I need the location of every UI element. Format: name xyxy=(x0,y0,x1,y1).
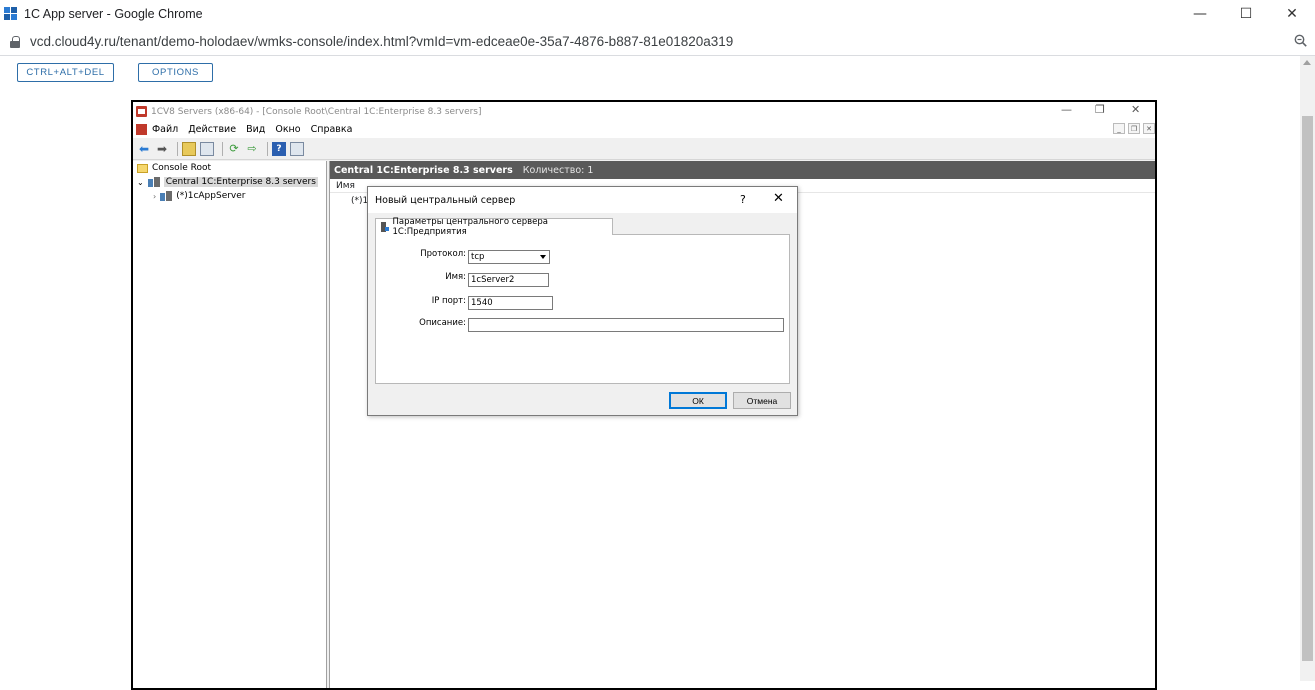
minimize-icon[interactable]: — xyxy=(1177,0,1223,28)
app-icon xyxy=(4,7,18,21)
new-central-server-dialog: Новый центральный сервер ? ✕ Параметры ц… xyxy=(367,186,798,416)
mmc-title-bar: 1CV8 Servers (x86-64) - [Console Root\Ce… xyxy=(133,102,1155,121)
mmc-menu-bar: Файл Действие Вид Окно Справка _ ❐ ✕ xyxy=(133,121,1155,138)
tree-item-central-servers[interactable]: ⌄ Central 1C:Enterprise 8.3 servers xyxy=(133,175,326,189)
cancel-button[interactable]: Отмена xyxy=(733,392,791,409)
scrollbar-thumb[interactable] xyxy=(1302,116,1313,661)
dialog-title-bar: Новый центральный сервер ? ✕ xyxy=(368,187,797,213)
protocol-label: Протокол: xyxy=(420,249,466,259)
mmc-app-icon xyxy=(136,106,147,117)
ok-button[interactable]: ОК xyxy=(669,392,727,409)
server-cluster-icon xyxy=(147,177,160,187)
tree-item-app-server[interactable]: › (*)1cAppServer xyxy=(133,189,326,203)
browser-title-bar: 1C App server - Google Chrome — ☐ ✕ xyxy=(0,0,1315,28)
toolbar-separator xyxy=(267,141,268,156)
menu-view[interactable]: Вид xyxy=(246,124,265,135)
options-button[interactable]: OPTIONS xyxy=(138,63,213,82)
server-icon xyxy=(380,222,389,232)
properties-icon[interactable] xyxy=(290,141,304,156)
chevron-down-icon[interactable] xyxy=(537,251,549,263)
menu-action[interactable]: Действие xyxy=(188,124,236,135)
child-restore-icon[interactable]: ❐ xyxy=(1128,123,1140,134)
toolbar-separator xyxy=(177,141,178,156)
mmc-title: 1CV8 Servers (x86-64) - [Console Root\Ce… xyxy=(151,106,482,117)
folder-icon xyxy=(137,163,148,173)
console-tree: Console Root ⌄ Central 1C:Enterprise 8.3… xyxy=(133,161,327,688)
port-value: 1540 xyxy=(471,298,493,308)
up-folder-icon[interactable] xyxy=(182,141,196,156)
protocol-value: tcp xyxy=(471,252,485,262)
window-controls: — ☐ ✕ xyxy=(1177,0,1315,28)
toolbar-separator xyxy=(222,141,223,156)
ctrl-alt-del-button[interactable]: CTRL+ALT+DEL xyxy=(17,63,114,82)
page-scrollbar[interactable] xyxy=(1300,56,1315,681)
close-icon[interactable]: ✕ xyxy=(773,191,784,206)
zoom-icon[interactable] xyxy=(1294,34,1307,51)
tree-label: (*)1cAppServer xyxy=(176,191,246,201)
mmc-toolbar: ⬅ ➡ ⟳ ⇨ ? xyxy=(133,138,1155,160)
tab-server-parameters[interactable]: Параметры центрального сервера 1С:Предпр… xyxy=(375,217,613,237)
export-icon[interactable]: ⇨ xyxy=(245,142,259,156)
port-field[interactable]: 1540 xyxy=(468,296,553,310)
name-field[interactable]: 1cServer2 xyxy=(468,273,549,287)
menu-file[interactable]: Файл xyxy=(152,124,178,135)
protocol-select[interactable]: tcp xyxy=(468,250,550,264)
description-label: Описание: xyxy=(419,318,466,328)
forward-arrow-icon[interactable]: ➡ xyxy=(155,142,169,156)
tab-label: Параметры центрального сервера 1С:Предпр… xyxy=(392,217,548,237)
menu-help[interactable]: Справка xyxy=(311,124,353,135)
help-icon[interactable]: ? xyxy=(740,193,746,206)
port-label: IP порт: xyxy=(431,296,466,306)
tree-label: Console Root xyxy=(152,163,211,173)
menu-window[interactable]: Окно xyxy=(275,124,300,135)
child-close-icon[interactable]: ✕ xyxy=(1143,123,1155,134)
chevron-down-icon[interactable]: ⌄ xyxy=(137,178,144,187)
server-icon xyxy=(160,191,173,201)
dialog-title: Новый центральный сервер xyxy=(375,194,516,206)
show-tree-icon[interactable] xyxy=(200,141,214,156)
description-field[interactable] xyxy=(468,318,784,332)
refresh-icon[interactable]: ⟳ xyxy=(227,142,241,156)
mmc-close-icon[interactable]: ✕ xyxy=(1131,103,1140,116)
mmc-minimize-icon[interactable]: — xyxy=(1061,103,1072,116)
server-icon xyxy=(336,196,348,206)
result-pane-header: Central 1C:Enterprise 8.3 servers Количе… xyxy=(330,161,1155,179)
window-title: 1C App server - Google Chrome xyxy=(24,7,203,21)
scroll-up-icon[interactable] xyxy=(1303,60,1311,65)
name-label: Имя: xyxy=(445,272,466,282)
tree-item-console-root[interactable]: Console Root xyxy=(133,161,326,175)
name-value: 1cServer2 xyxy=(471,275,515,285)
help-icon[interactable]: ? xyxy=(272,141,286,156)
child-minimize-icon[interactable]: _ xyxy=(1113,123,1125,134)
chevron-right-icon[interactable]: › xyxy=(153,192,156,201)
close-icon[interactable]: ✕ xyxy=(1269,0,1315,28)
column-label: Имя xyxy=(336,180,355,191)
address-bar: vcd.cloud4y.ru/tenant/demo-holodaev/wmks… xyxy=(0,28,1315,56)
result-header-count: Количество: 1 xyxy=(522,164,594,176)
url-text[interactable]: vcd.cloud4y.ru/tenant/demo-holodaev/wmks… xyxy=(30,34,733,49)
back-arrow-icon[interactable]: ⬅ xyxy=(137,142,151,156)
lock-icon[interactable] xyxy=(10,35,20,48)
maximize-icon[interactable]: ☐ xyxy=(1223,0,1269,28)
mmc-restore-icon[interactable]: ❐ xyxy=(1095,103,1105,116)
mmc-doc-icon xyxy=(136,124,147,135)
tree-label: Central 1C:Enterprise 8.3 servers xyxy=(163,177,318,187)
tab-panel: Протокол: tcp Имя: 1cServer2 IP порт: 15… xyxy=(375,234,790,384)
result-header-title: Central 1C:Enterprise 8.3 servers xyxy=(334,164,513,176)
